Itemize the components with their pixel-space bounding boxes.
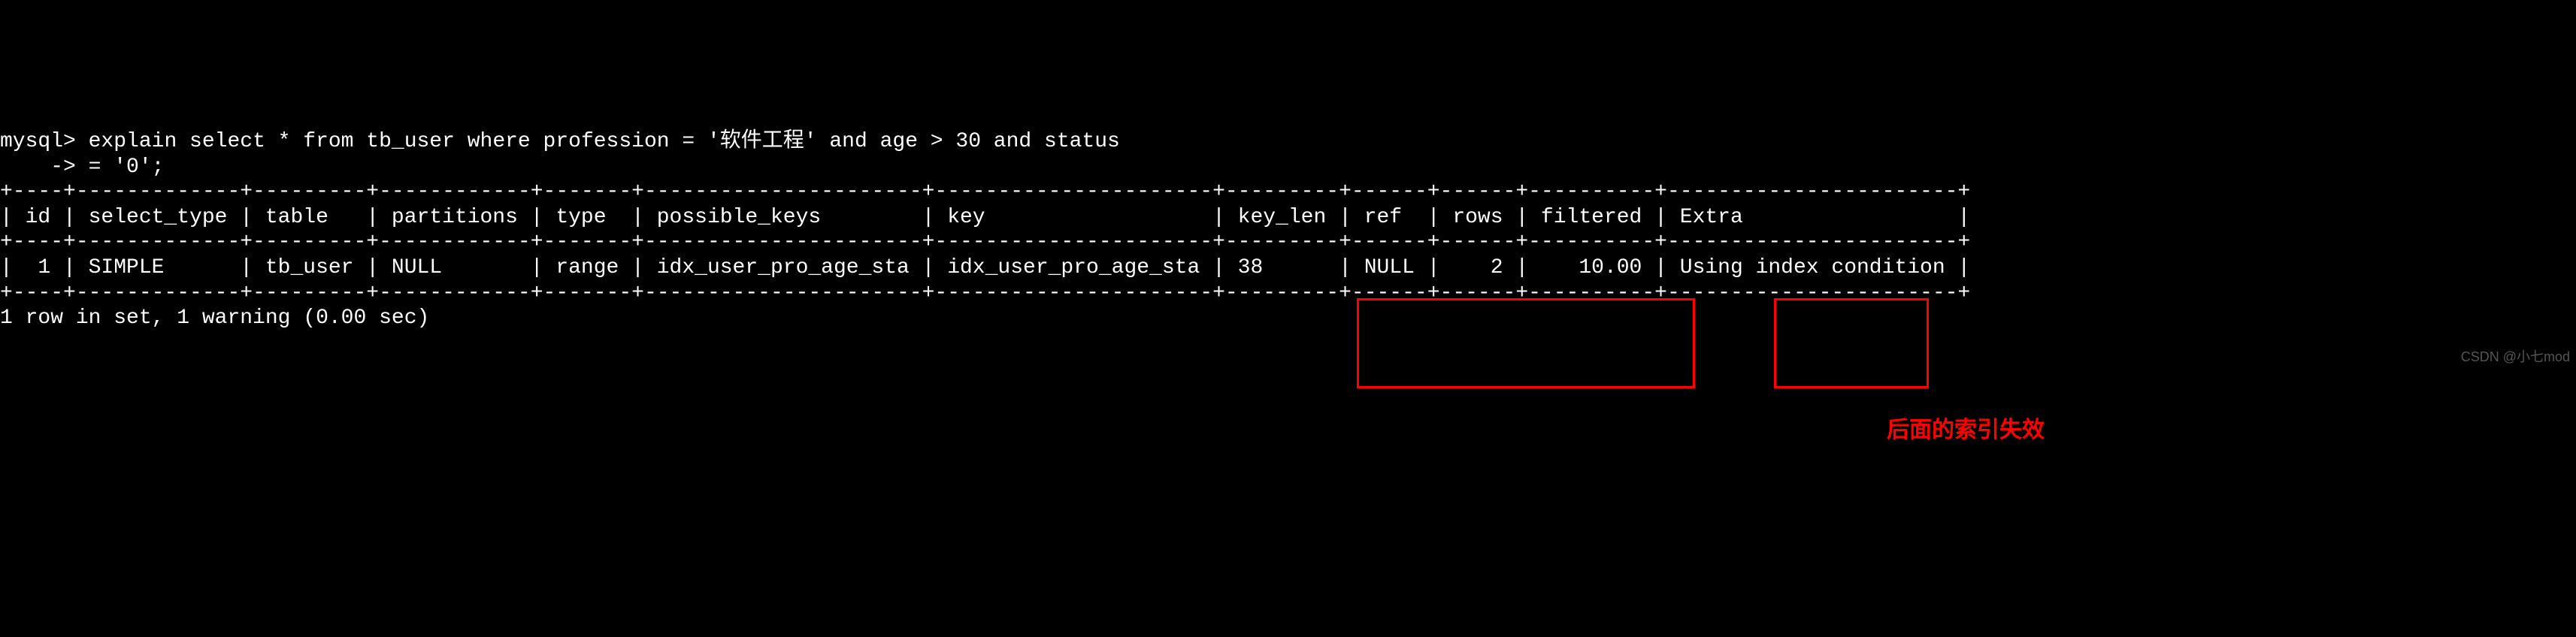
query-line-2: -> = '0'; [0, 155, 164, 179]
watermark-text: CSDN @小七mod [2461, 349, 2570, 366]
separator-mid: +----+-------------+---------+----------… [0, 231, 1970, 254]
terminal-output: mysql> explain select * from tb_user whe… [0, 101, 2576, 334]
mysql-prompt: mysql> [0, 130, 76, 153]
annotation-text: 后面的索引失效 [1887, 417, 2045, 444]
query-line-1: mysql> explain select * from tb_user whe… [0, 130, 1120, 153]
table-row: | 1 | SIMPLE | tb_user | NULL | range | … [0, 256, 1970, 279]
separator-bottom: +----+-------------+---------+----------… [0, 282, 1970, 305]
result-summary: 1 row in set, 1 warning (0.00 sec) [0, 306, 429, 330]
table-header: | id | select_type | table | partitions … [0, 206, 1970, 229]
separator-top: +----+-------------+---------+----------… [0, 180, 1970, 204]
